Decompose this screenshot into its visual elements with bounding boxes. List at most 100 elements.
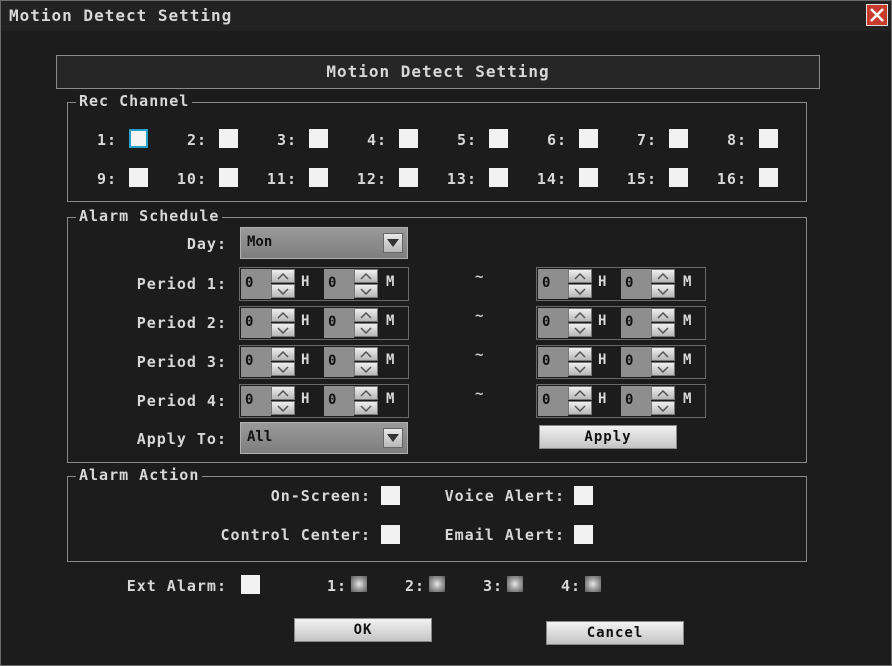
alarm-action-title: Alarm Action	[76, 466, 203, 484]
arrow-up-icon[interactable]	[651, 269, 675, 283]
email-alert-label: Email Alert:	[444, 526, 565, 544]
day-select[interactable]: Mon	[240, 227, 408, 259]
arrow-up-icon[interactable]	[271, 347, 295, 361]
arrow-up-icon[interactable]	[651, 386, 675, 400]
hour-field[interactable]: 0	[241, 386, 271, 416]
channel-checkbox[interactable]	[669, 129, 688, 148]
minute-value: 0	[625, 275, 634, 291]
minute-field[interactable]: 0	[621, 347, 651, 377]
close-button[interactable]	[866, 4, 888, 26]
apply-button[interactable]: Apply	[539, 425, 677, 449]
arrow-down-icon[interactable]	[271, 362, 295, 376]
arrow-down-icon[interactable]	[651, 284, 675, 298]
arrow-up-icon[interactable]	[651, 308, 675, 322]
minute-field[interactable]: 0	[324, 347, 354, 377]
control-center-checkbox[interactable]	[381, 525, 400, 544]
hour-unit: H	[598, 274, 607, 290]
channel-label: 5:	[456, 131, 477, 149]
arrow-down-icon[interactable]	[568, 284, 592, 298]
channel-checkbox[interactable]	[309, 168, 328, 187]
channel-checkbox[interactable]	[309, 129, 328, 148]
channel-label: 16:	[716, 170, 747, 188]
arrow-down-icon[interactable]	[651, 362, 675, 376]
spin-buttons	[651, 386, 675, 416]
minute-field[interactable]: 0	[621, 269, 651, 299]
channel-label: 13:	[446, 170, 477, 188]
channel-checkbox[interactable]	[579, 129, 598, 148]
hour-field[interactable]: 0	[538, 347, 568, 377]
spin-buttons	[271, 269, 295, 299]
arrow-up-icon[interactable]	[354, 347, 378, 361]
channel-checkbox[interactable]	[129, 129, 148, 148]
alarm-schedule-title: Alarm Schedule	[76, 207, 223, 225]
arrow-up-icon[interactable]	[271, 386, 295, 400]
channel-checkbox[interactable]	[759, 129, 778, 148]
start-time-input: 0 H 0 M	[239, 306, 409, 340]
hour-unit: H	[301, 391, 310, 407]
arrow-down-icon[interactable]	[271, 401, 295, 415]
minute-unit: M	[386, 352, 395, 368]
spin-buttons	[651, 347, 675, 377]
close-icon	[870, 8, 884, 22]
hour-field[interactable]: 0	[538, 269, 568, 299]
minute-field[interactable]: 0	[324, 308, 354, 338]
spin-buttons	[271, 386, 295, 416]
minute-field[interactable]: 0	[324, 269, 354, 299]
arrow-down-icon[interactable]	[271, 284, 295, 298]
arrow-down-icon[interactable]	[271, 323, 295, 337]
arrow-up-icon[interactable]	[354, 269, 378, 283]
minute-field[interactable]: 0	[621, 386, 651, 416]
spin-buttons	[354, 308, 378, 338]
hour-field[interactable]: 0	[538, 308, 568, 338]
arrow-up-icon[interactable]	[568, 347, 592, 361]
channel-checkbox[interactable]	[399, 168, 418, 187]
arrow-up-icon[interactable]	[354, 386, 378, 400]
cancel-button[interactable]: Cancel	[546, 621, 684, 645]
email-alert-checkbox[interactable]	[574, 525, 593, 544]
channel-checkbox[interactable]	[399, 129, 418, 148]
minute-field[interactable]: 0	[621, 308, 651, 338]
voice-alert-checkbox[interactable]	[574, 486, 593, 505]
control-center-label: Control Center:	[220, 526, 371, 544]
arrow-down-icon[interactable]	[354, 323, 378, 337]
channel-label: 2:	[186, 131, 207, 149]
hour-field[interactable]: 0	[241, 347, 271, 377]
arrow-down-icon[interactable]	[568, 401, 592, 415]
channel-label: 12:	[356, 170, 387, 188]
ext-alarm-checkbox[interactable]	[241, 575, 260, 594]
arrow-down-icon[interactable]	[354, 401, 378, 415]
channel-checkbox[interactable]	[129, 168, 148, 187]
arrow-down-icon[interactable]	[568, 362, 592, 376]
minute-field[interactable]: 0	[324, 386, 354, 416]
arrow-up-icon[interactable]	[568, 269, 592, 283]
channel-checkbox[interactable]	[219, 168, 238, 187]
end-time-input: 0 H 0 M	[536, 345, 706, 379]
channel-checkbox[interactable]	[489, 168, 508, 187]
arrow-down-icon[interactable]	[354, 362, 378, 376]
arrow-down-icon[interactable]	[568, 323, 592, 337]
arrow-up-icon[interactable]	[568, 386, 592, 400]
arrow-down-icon[interactable]	[651, 401, 675, 415]
hour-field[interactable]: 0	[241, 269, 271, 299]
arrow-up-icon[interactable]	[354, 308, 378, 322]
channel-checkbox[interactable]	[579, 168, 598, 187]
channel-label: 11:	[266, 170, 297, 188]
channel-checkbox[interactable]	[669, 168, 688, 187]
arrow-up-icon[interactable]	[271, 269, 295, 283]
ok-button[interactable]: OK	[294, 618, 432, 642]
channel-checkbox[interactable]	[759, 168, 778, 187]
arrow-up-icon[interactable]	[568, 308, 592, 322]
hour-field[interactable]: 0	[241, 308, 271, 338]
arrow-up-icon[interactable]	[271, 308, 295, 322]
channel-checkbox[interactable]	[219, 129, 238, 148]
apply-to-select[interactable]: All	[240, 422, 408, 454]
hour-field[interactable]: 0	[538, 386, 568, 416]
arrow-down-icon[interactable]	[651, 323, 675, 337]
channel-label: 10:	[176, 170, 207, 188]
apply-to-select-value: All	[247, 429, 273, 445]
hour-value: 0	[245, 392, 254, 408]
arrow-down-icon[interactable]	[354, 284, 378, 298]
channel-checkbox[interactable]	[489, 129, 508, 148]
arrow-up-icon[interactable]	[651, 347, 675, 361]
on-screen-checkbox[interactable]	[381, 486, 400, 505]
